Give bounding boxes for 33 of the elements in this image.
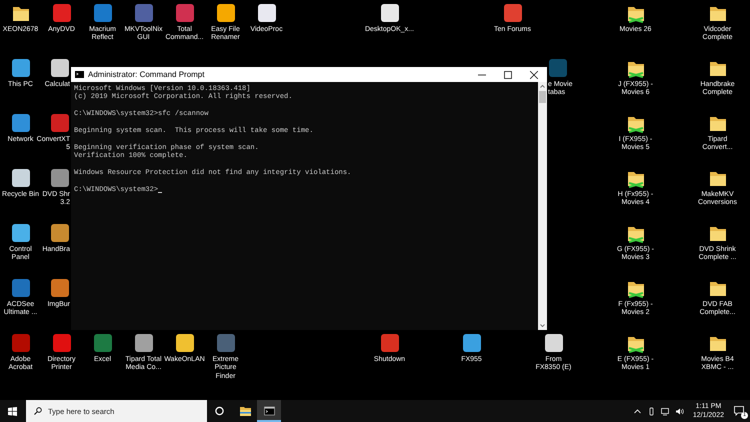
app-icon[interactable]	[10, 58, 30, 78]
usb-drive-icon[interactable]	[646, 406, 656, 416]
folder-icon	[240, 406, 250, 416]
app-icon[interactable]	[50, 223, 70, 243]
app-icon[interactable]	[544, 333, 564, 353]
chevron-up-icon[interactable]	[632, 406, 642, 416]
maximize-icon	[504, 70, 512, 78]
windows-logo-icon	[8, 406, 16, 416]
scrollbar-thumb[interactable]	[539, 91, 546, 103]
app-icon[interactable]	[380, 3, 400, 23]
app-icon[interactable]	[134, 333, 154, 353]
scrollbar[interactable]	[538, 82, 547, 330]
app-icon[interactable]	[216, 3, 236, 23]
app-icon[interactable]	[256, 3, 276, 23]
network-icon[interactable]	[660, 406, 670, 416]
search-icon	[34, 407, 42, 415]
app-icon[interactable]	[50, 58, 70, 78]
app-icon[interactable]	[10, 113, 30, 133]
terminal-icon	[75, 71, 84, 78]
app-icon[interactable]	[50, 278, 70, 298]
close-icon	[530, 70, 538, 78]
app-icon[interactable]	[10, 168, 30, 188]
window-title: Administrator: Command Prompt	[88, 70, 206, 79]
app-icon[interactable]	[462, 333, 482, 353]
terminal-icon	[264, 406, 274, 416]
command-prompt-button[interactable]	[257, 400, 281, 422]
app-icon[interactable]	[10, 223, 30, 243]
text-cursor	[158, 192, 162, 194]
app-icon[interactable]	[50, 168, 70, 188]
app-icon[interactable]	[174, 333, 194, 353]
speech-bubble-icon	[734, 406, 744, 416]
speaker-icon[interactable]	[674, 406, 684, 416]
circle-icon	[214, 406, 224, 416]
